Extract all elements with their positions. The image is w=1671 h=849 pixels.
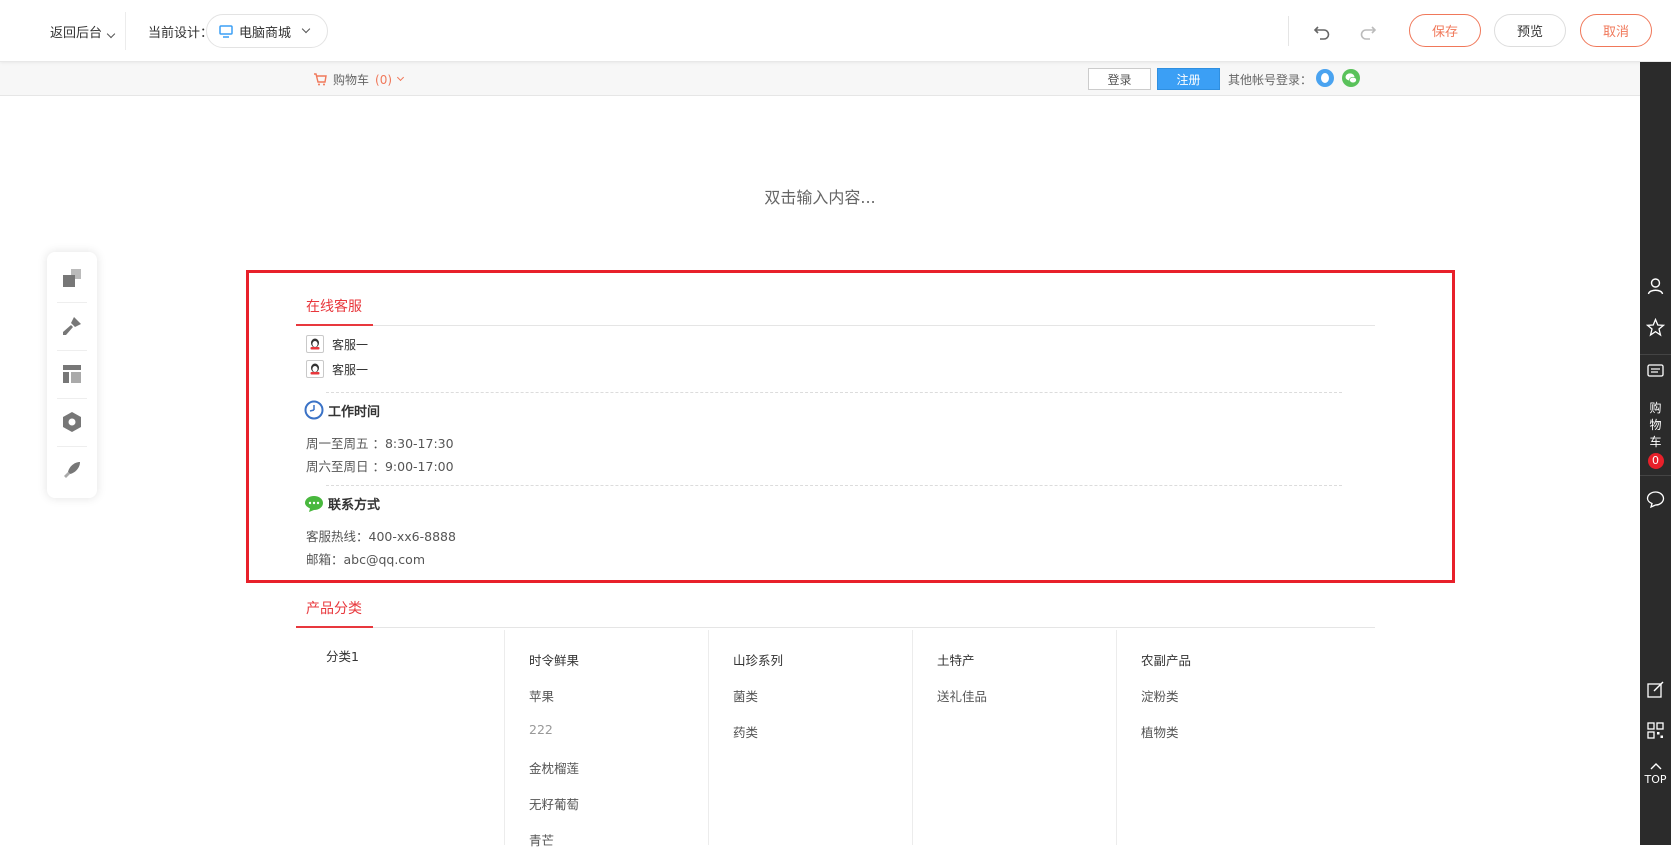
title-underline [296, 626, 373, 628]
sidebar-cart-char: 购 [1649, 401, 1662, 415]
divider [1288, 16, 1289, 46]
chevron-up-icon [1650, 763, 1661, 770]
dashed-divider [326, 485, 1342, 486]
star-icon[interactable] [1646, 318, 1665, 337]
chevron-down-icon [396, 73, 405, 82]
other-login-label: 其他帐号登录： [1228, 73, 1313, 87]
message-icon[interactable] [1646, 362, 1665, 381]
design-select[interactable]: 电脑商城 [206, 14, 328, 48]
chat-bubble-icon [305, 495, 323, 512]
category-heading[interactable]: 山珍系列 [733, 650, 783, 669]
agent-name: 客服一 [332, 362, 369, 377]
hexagon-icon[interactable] [60, 410, 84, 434]
working-hours-weekday: 周一至周五 ：8:30-17:30 [306, 436, 454, 451]
chevron-down-icon [106, 29, 116, 39]
category-item[interactable]: 淀粉类 [1141, 686, 1179, 705]
chevron-down-icon [301, 24, 311, 34]
save-button[interactable]: 保存 [1409, 14, 1481, 47]
agent-name: 客服一 [332, 337, 369, 352]
comment-icon[interactable] [1646, 490, 1665, 509]
cart-link[interactable]: 购物车 (0) [313, 71, 405, 88]
editor-toolbar: 返回后台 当前设计： 电脑商城 保存 预览 取消 [0, 0, 1671, 62]
working-hours-weekend: 周六至周日 ：9:00-17:00 [306, 459, 454, 474]
contact-heading: 联系方式 [304, 494, 380, 513]
category-item[interactable]: 金枕榴莲 [529, 758, 579, 777]
cart-count: (0) [375, 72, 393, 87]
layers-icon[interactable] [60, 266, 84, 290]
layout-icon[interactable] [60, 362, 84, 386]
category-item[interactable]: 植物类 [1141, 722, 1179, 741]
service-section-title: 在线客服 [306, 299, 362, 315]
service-agent-row[interactable]: 客服一 [306, 335, 368, 353]
contact-hotline: 客服热线：400-xx6-8888 [306, 529, 456, 544]
top-label: TOP [1644, 773, 1667, 786]
working-hours-heading: 工作时间 [304, 400, 380, 420]
back-label: 返回后台 [50, 26, 103, 41]
title-divider [296, 325, 1375, 326]
register-button[interactable]: 注册 [1157, 68, 1220, 90]
monitor-icon [219, 24, 233, 38]
wechat-icon[interactable] [1342, 69, 1360, 87]
right-sidebar: 购 物 车 0 TOP [1640, 62, 1671, 845]
qq-icon[interactable] [1316, 69, 1334, 87]
design-select-value: 电脑商城 [239, 25, 292, 41]
categories-section-title: 产品分类 [306, 601, 362, 617]
category-heading[interactable]: 农副产品 [1141, 650, 1191, 669]
contact-email: 邮箱：abc@qq.com [306, 552, 426, 567]
dashed-divider [326, 392, 1342, 393]
cart-badge: 0 [1647, 453, 1664, 469]
editable-text-placeholder[interactable]: 双击输入内容... [0, 184, 1640, 208]
divider [57, 446, 87, 447]
qrcode-icon[interactable] [1646, 721, 1665, 740]
cart-icon [314, 73, 327, 86]
category-item[interactable]: 无籽葡萄 [529, 794, 579, 813]
back-to-admin-button[interactable]: 返回后台 [50, 22, 116, 41]
category-item[interactable]: 药类 [733, 722, 758, 741]
divider [57, 302, 87, 303]
title-divider [296, 627, 1375, 628]
sidebar-cart-char: 物 [1649, 418, 1662, 432]
category-column-divider [708, 630, 709, 845]
divider [1640, 354, 1671, 355]
working-hours-title: 工作时间 [328, 404, 381, 420]
current-design-label: 当前设计： [148, 26, 214, 41]
rocket-icon[interactable] [60, 458, 84, 482]
category-column-divider [912, 630, 913, 845]
category-heading[interactable]: 时令鲜果 [529, 650, 579, 669]
category-item[interactable]: 222 [529, 722, 553, 737]
category-item[interactable]: 苹果 [529, 686, 554, 705]
category-item[interactable]: 菌类 [733, 686, 758, 705]
site-header-strip: 购物车 (0) 登录 注册 其他帐号登录： [0, 62, 1640, 96]
cancel-button[interactable]: 取消 [1580, 14, 1652, 47]
login-button[interactable]: 登录 [1088, 68, 1151, 90]
preview-button[interactable]: 预览 [1494, 14, 1566, 47]
category-item[interactable]: 青芒 [529, 830, 554, 849]
category-column-divider [504, 630, 505, 845]
sidebar-cart-char: 车 [1649, 435, 1662, 449]
user-icon[interactable] [1646, 276, 1665, 295]
redo-icon[interactable] [1357, 20, 1379, 42]
left-tool-panel [47, 252, 97, 498]
cart-label: 购物车 [333, 73, 370, 87]
divider [57, 350, 87, 351]
divider [57, 398, 87, 399]
service-agent-row[interactable]: 客服一 [306, 360, 368, 378]
qq-icon [306, 335, 324, 353]
contact-title: 联系方式 [328, 498, 381, 513]
edit-icon[interactable] [1646, 680, 1665, 699]
category-first-column[interactable]: 分类1 [326, 646, 359, 665]
undo-icon[interactable] [1311, 20, 1333, 42]
brush-icon[interactable] [60, 314, 84, 338]
divider [125, 12, 126, 50]
divider [1640, 475, 1671, 476]
qq-icon [306, 360, 324, 378]
title-underline [296, 324, 373, 326]
category-column-divider [1116, 630, 1117, 845]
sidebar-cart[interactable]: 购 物 车 0 [1640, 400, 1671, 469]
category-item[interactable]: 送礼佳品 [937, 686, 987, 705]
category-heading[interactable]: 土特产 [937, 650, 975, 669]
clock-icon [304, 400, 324, 420]
back-to-top-button[interactable]: TOP [1640, 760, 1671, 786]
